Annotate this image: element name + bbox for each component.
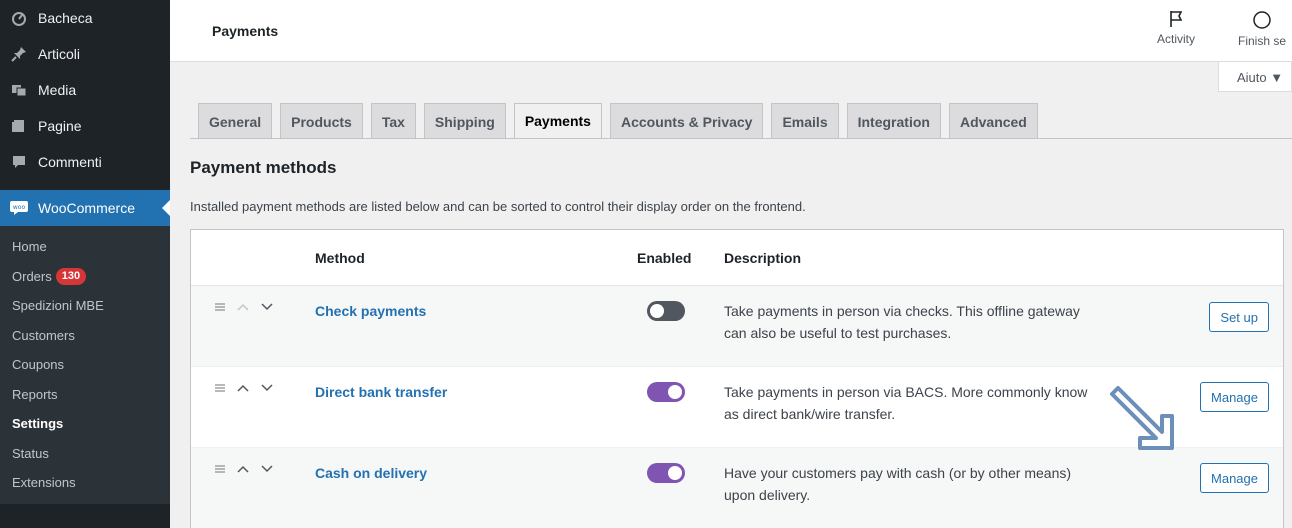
table-row: Check payments Take payments in person v… — [191, 286, 1283, 367]
section-description: Installed payment methods are listed bel… — [190, 199, 806, 214]
annotation-arrow-icon — [1110, 386, 1174, 450]
table-header: Method Enabled Description — [191, 230, 1283, 286]
sidebar-item-label: Commenti — [38, 154, 102, 170]
method-link-direct-bank-transfer[interactable]: Direct bank transfer — [315, 384, 447, 400]
sort-controls — [213, 463, 275, 475]
sidebar-item-label: Articoli — [38, 46, 81, 62]
sidebar-item-pagine[interactable]: Pagine — [0, 108, 170, 144]
tab-payments[interactable]: Payments — [513, 103, 602, 139]
sidebar-item-label: Media — [38, 82, 77, 98]
submenu-item-extensions[interactable]: Extensions — [0, 468, 170, 498]
manage-button[interactable]: Manage — [1200, 463, 1269, 493]
enabled-toggle[interactable] — [647, 463, 685, 483]
sidebar-item-label: Pagine — [38, 118, 82, 134]
activity-button[interactable]: Activity — [1146, 10, 1206, 46]
manage-button[interactable]: Manage — [1200, 382, 1269, 412]
method-description: Have your customers pay with cash (or by… — [724, 465, 1072, 503]
submenu-item-reports[interactable]: Reports — [0, 380, 170, 410]
submenu-item-customers[interactable]: Customers — [0, 321, 170, 351]
flag-icon — [1170, 11, 1183, 27]
dashboard-icon — [10, 9, 28, 27]
submenu-item-home[interactable]: Home — [0, 232, 170, 262]
submenu-item-coupons[interactable]: Coupons — [0, 350, 170, 380]
toggle-knob — [668, 466, 682, 480]
set-up-button[interactable]: Set up — [1209, 302, 1269, 332]
tab-shipping[interactable]: Shipping — [423, 103, 506, 139]
circle-icon — [1253, 11, 1271, 29]
toggle-knob — [650, 304, 664, 318]
sort-controls — [213, 301, 275, 313]
move-up-icon[interactable] — [235, 382, 251, 394]
drag-handle-icon[interactable] — [213, 382, 227, 394]
sort-controls — [213, 382, 275, 394]
woocommerce-icon: woo — [10, 199, 28, 217]
comment-icon — [10, 153, 28, 171]
sidebar-item-label: WooCommerce — [38, 200, 135, 216]
woocommerce-submenu: Home Orders 130 Spedizioni MBE Customers … — [0, 226, 170, 504]
page-header: Payments Activity Finish se — [170, 0, 1292, 62]
drag-handle-icon[interactable] — [213, 463, 227, 475]
tab-tax[interactable]: Tax — [370, 103, 416, 139]
sidebar-item-media[interactable]: Media — [0, 72, 170, 108]
sidebar-item-bacheca[interactable]: Bacheca — [0, 0, 170, 36]
enabled-toggle[interactable] — [647, 301, 685, 321]
activity-label: Activity — [1156, 32, 1195, 46]
sidebar-item-label: Bacheca — [38, 10, 93, 26]
sidebar-item-commenti[interactable]: Commenti — [0, 144, 170, 180]
finish-setup-label: Finish se — [1237, 34, 1287, 48]
media-icon — [10, 81, 28, 99]
pages-icon — [10, 117, 28, 135]
sidebar-item-articoli[interactable]: Articoli — [0, 36, 170, 72]
page-title: Payments — [212, 23, 279, 39]
section-heading: Payment methods — [190, 158, 337, 177]
enabled-toggle[interactable] — [647, 382, 685, 402]
move-down-icon[interactable] — [259, 382, 275, 394]
method-link-check-payments[interactable]: Check payments — [315, 303, 426, 319]
column-header-enabled: Enabled — [637, 250, 692, 266]
tab-advanced[interactable]: Advanced — [948, 103, 1038, 139]
method-description: Take payments in person via BACS. More c… — [724, 384, 1088, 422]
method-description: Take payments in person via checks. This… — [724, 303, 1080, 341]
pin-icon — [10, 45, 28, 63]
sidebar-item-woocommerce[interactable]: woo WooCommerce — [0, 190, 170, 226]
tabs-divider — [190, 138, 1292, 139]
move-up-icon[interactable] — [235, 463, 251, 475]
move-down-icon[interactable] — [259, 301, 275, 313]
settings-tabs: General Products Tax Shipping Payments A… — [198, 103, 1046, 139]
drag-handle-icon[interactable] — [213, 301, 227, 313]
submenu-item-orders[interactable]: Orders 130 — [0, 262, 170, 292]
toggle-knob — [668, 385, 682, 399]
svg-text:woo: woo — [13, 204, 26, 211]
column-header-description: Description — [724, 250, 802, 266]
tab-integration[interactable]: Integration — [846, 103, 941, 139]
tab-emails[interactable]: Emails — [771, 103, 839, 139]
move-down-icon[interactable] — [259, 463, 275, 475]
admin-sidebar: Bacheca Articoli Media Pagine Commenti w… — [0, 0, 170, 528]
move-up-icon[interactable] — [235, 301, 251, 313]
submenu-item-settings[interactable]: Settings — [0, 409, 170, 439]
finish-setup-button[interactable]: Finish se — [1232, 10, 1292, 48]
tab-general[interactable]: General — [198, 103, 273, 139]
column-header-method: Method — [315, 250, 365, 266]
help-tab-button[interactable]: Aiuto ▼ — [1218, 62, 1292, 92]
tab-products[interactable]: Products — [280, 103, 363, 139]
tab-accounts-privacy[interactable]: Accounts & Privacy — [609, 103, 764, 139]
submenu-item-status[interactable]: Status — [0, 439, 170, 469]
orders-count-badge: 130 — [55, 267, 87, 285]
submenu-item-spedizioni-mbe[interactable]: Spedizioni MBE — [0, 291, 170, 321]
method-link-cash-on-delivery[interactable]: Cash on delivery — [315, 465, 427, 481]
